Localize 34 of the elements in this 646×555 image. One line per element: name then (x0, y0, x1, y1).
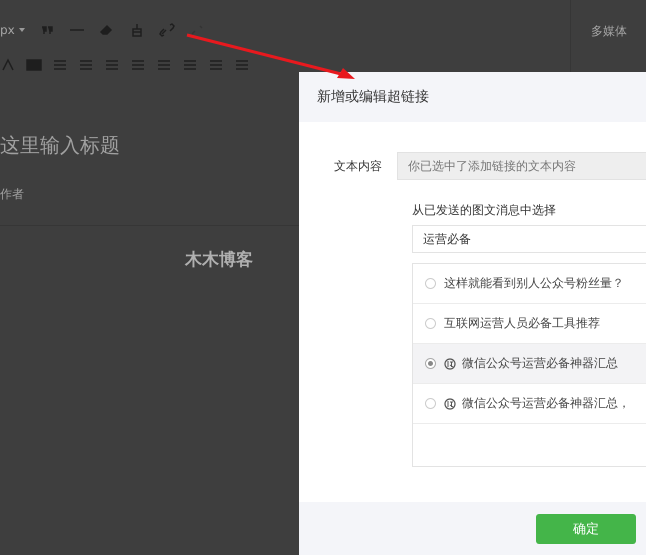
text-label: 文本内容 (333, 158, 383, 174)
article-item[interactable]: 微信公众号运营必备神器汇总， (413, 384, 646, 424)
author-field[interactable]: 作者 (0, 187, 24, 201)
radio-button[interactable] (425, 278, 436, 289)
line-spacing-icon[interactable] (156, 58, 172, 72)
link-icon[interactable] (158, 23, 175, 37)
radio-button[interactable] (425, 358, 436, 369)
list-icon[interactable] (234, 58, 250, 72)
media-tab[interactable]: 多媒体 (591, 24, 627, 38)
dialog-title: 新增或编辑超链接 (317, 88, 429, 106)
align-right-icon[interactable] (104, 58, 120, 72)
search-field[interactable]: 运营必备 (412, 225, 646, 253)
eraser-icon[interactable] (98, 23, 115, 37)
font-size-dropdown[interactable]: px (0, 23, 15, 37)
radio-button[interactable] (425, 318, 436, 329)
article-title: 微信公众号运营必备神器汇总， (462, 395, 630, 412)
font-color-icon[interactable] (0, 58, 16, 72)
article-title: 微信公众号运营必备神器汇总 (462, 355, 618, 372)
justify-icon[interactable] (130, 58, 146, 72)
radio-button[interactable] (425, 398, 436, 409)
body-text: 木木博客 (185, 250, 253, 270)
article-item[interactable]: 这样就能看到别人公众号粉丝量？ (413, 264, 646, 304)
align-left-icon[interactable] (52, 58, 68, 72)
article-title: 这样就能看到别人公众号粉丝量？ (444, 275, 624, 292)
paragraph-spacing-icon[interactable] (182, 58, 198, 72)
highlight-icon[interactable] (26, 58, 42, 72)
picker-label: 从已发送的图文消息中选择 (412, 202, 557, 219)
unlink-icon[interactable] (188, 23, 205, 37)
caret-icon[interactable] (18, 28, 25, 32)
align-center-icon[interactable] (78, 58, 94, 72)
article-item[interactable]: 微信公众号运营必备神器汇总 (413, 344, 646, 384)
indent-icon[interactable] (208, 58, 224, 72)
title-field[interactable]: 这里输入标题 (0, 133, 120, 157)
article-title: 互联网运营人员必备工具推荐 (444, 315, 600, 332)
